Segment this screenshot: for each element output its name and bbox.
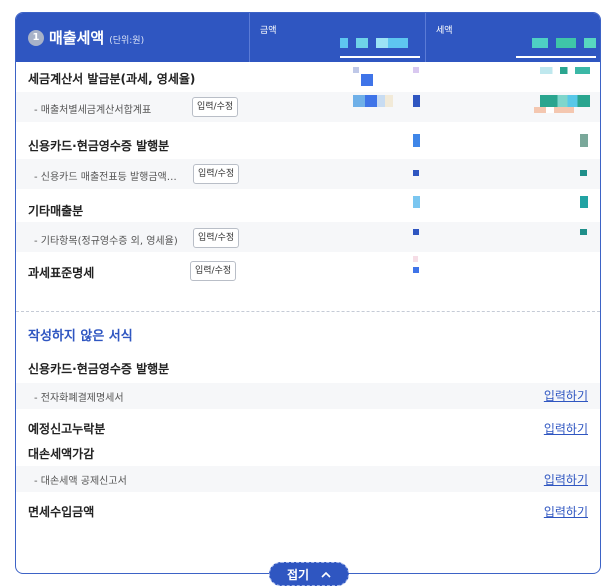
row-bad-debt-label: 대손세액가감 [28,447,95,461]
fold-button[interactable]: 접기 [269,562,349,586]
tax-invoice-sub-tax-redacted [540,95,590,107]
row-tax-base: 과세표준명세 입력/수정 [16,256,600,286]
row-bad-debt: 대손세액가감 [16,440,600,464]
tax-column-label: 세액 [436,26,453,36]
unfilled-section-title: 작성하지 않은 서식 [28,329,133,344]
sales-tax-card: 1 매출세액 (단위:원) 금액 세액 세금계산서 발급분(과세, 영세율) -… [15,12,601,574]
row-tax-invoice: 세금계산서 발급분(과세, 영세율) [16,62,600,92]
chevron-up-icon [321,567,331,581]
tax-invoice-amount-redacted-2 [361,74,373,86]
exempt-income-input-link[interactable]: 입력하기 [544,503,588,520]
row-tax-invoice-sub-label: - 매출처별세금계산서합계표 [34,105,152,116]
tax-base-edit-button[interactable]: 입력/수정 [190,261,237,281]
card-header: 1 매출세액 (단위:원) 금액 세액 [16,13,600,62]
tax-invoice-sub-amount-redacted-2 [413,95,420,107]
row-omitted-label: 예정신고누락분 [28,422,106,436]
other-sales-edit-button[interactable]: 입력/수정 [193,228,240,248]
step-number-badge: 1 [28,29,44,46]
row-card-receipt-label: 신용카드·현금영수증 발행분 [28,139,170,153]
card-receipt-sub-amount-redacted [413,170,419,176]
row-unfilled-card-receipt-label: 신용카드·현금영수증 발행분 [28,362,170,376]
tax-invoice-tax-redacted [540,67,590,74]
row-exempt-income-label: 면세수입금액 [28,505,95,519]
card-receipt-tax-redacted [580,134,588,147]
amount-column-label: 금액 [260,26,277,36]
row-e-payment-label: - 전자화폐결제명세서 [34,393,124,404]
amount-underline [340,56,420,58]
card-receipt-edit-button[interactable]: 입력/수정 [193,164,240,184]
header-title-group: 1 매출세액 (단위:원) [16,13,248,62]
row-e-payment: - 전자화폐결제명세서 입력하기 [16,383,600,409]
row-bad-debt-sub-label: - 대손세액 공제신고서 [34,476,127,487]
row-card-receipt: 신용카드·현금영수증 발행분 [16,129,600,159]
other-sales-amount-redacted [413,196,420,208]
tax-total-redacted [516,38,596,48]
row-bad-debt-sub: - 대손세액 공제신고서 입력하기 [16,466,600,492]
row-card-receipt-sub: - 신용카드 매출전표등 발행금액… 입력/수정 [16,159,600,189]
tax-invoice-sub-tax-redacted-2 [534,107,574,113]
tax-invoice-amount-redacted [353,67,359,73]
amount-total-redacted [340,38,420,48]
card-receipt-sub-tax-redacted [580,170,587,176]
row-tax-invoice-sub: - 매출처별세금계산서합계표 입력/수정 [16,92,600,122]
tax-base-amount-redacted-2 [413,267,419,273]
tax-invoice-amount-redacted-3 [413,67,419,73]
tax-column-header: 세액 [425,13,600,62]
row-other-sales-sub: - 기타항목(정규영수증 외, 영세율) 입력/수정 [16,222,600,252]
row-tax-invoice-label: 세금계산서 발급분(과세, 영세율) [28,72,196,86]
tax-invoice-sub-amount-redacted [353,95,393,107]
header-unit: (단위:원) [109,35,145,46]
tax-underline [516,56,596,58]
tax-base-amount-redacted [413,256,418,262]
section-divider [16,311,600,312]
tax-invoice-edit-button[interactable]: 입력/수정 [192,97,239,117]
other-sales-sub-amount-redacted [413,229,419,235]
row-other-sales-sub-label: - 기타항목(정규영수증 외, 영세율) [34,236,178,247]
card-receipt-amount-redacted [413,134,420,147]
header-title: 매출세액 [49,29,105,47]
bad-debt-input-link[interactable]: 입력하기 [544,471,588,488]
other-sales-tax-redacted [580,196,588,208]
row-card-receipt-sub-label: - 신용카드 매출전표등 발행금액… [34,172,177,183]
e-payment-input-link[interactable]: 입력하기 [544,387,588,404]
omitted-input-link[interactable]: 입력하기 [544,420,588,437]
other-sales-sub-tax-redacted [580,229,587,235]
fold-button-label: 접기 [286,567,310,582]
amount-column-header: 금액 [249,13,425,62]
row-other-sales-label: 기타매출분 [28,204,84,218]
row-omitted: 예정신고누락분 입력하기 [16,415,600,439]
row-tax-base-label: 과세표준명세 [28,266,95,280]
row-exempt-income: 면세수입금액 입력하기 [16,499,600,523]
row-unfilled-card-receipt: 신용카드·현금영수증 발행분 [16,355,600,379]
